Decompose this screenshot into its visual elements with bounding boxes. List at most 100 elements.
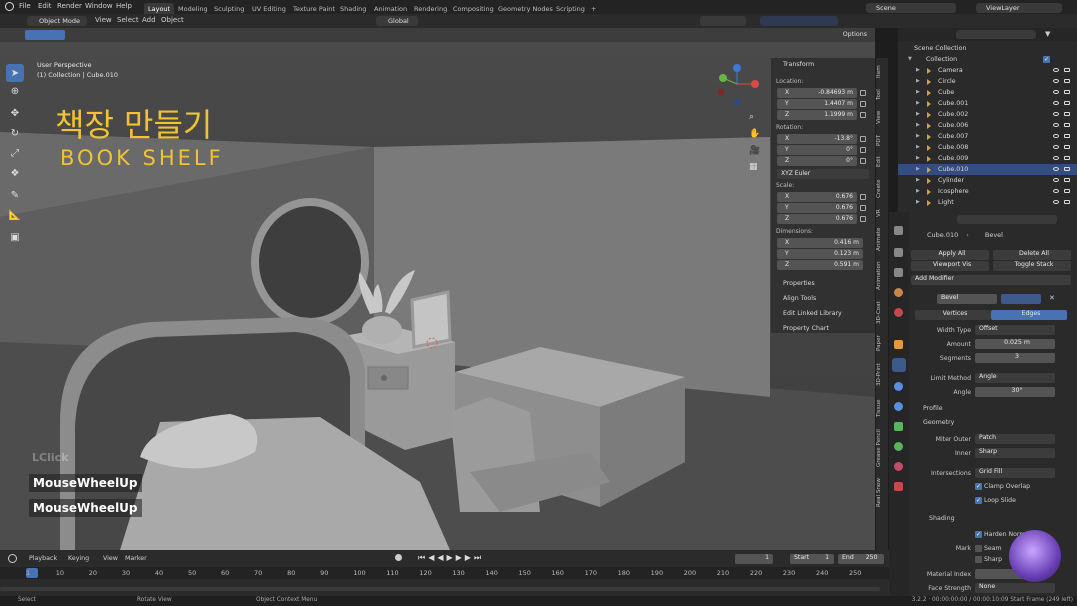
location-y-field[interactable]: Y 1.4407 m	[777, 99, 857, 109]
seam-checkbox[interactable]	[975, 545, 982, 552]
camera-icon[interactable]	[1064, 101, 1070, 105]
collection-row[interactable]: ▼ Collection ✓	[898, 54, 1077, 65]
modifier-wrench-icon[interactable]	[892, 358, 906, 372]
apply-all-button[interactable]: Apply All	[911, 250, 989, 260]
segments-field[interactable]: 3	[975, 353, 1055, 363]
lock-icon[interactable]	[860, 216, 866, 222]
rotation-z-field[interactable]: Z 0°	[777, 156, 857, 166]
data-icon[interactable]	[894, 442, 903, 451]
lock-icon[interactable]	[860, 194, 866, 200]
tab-vertices[interactable]: Vertices	[915, 310, 991, 320]
world-icon[interactable]	[894, 308, 903, 317]
outliner-item[interactable]: ▶ Camera	[898, 65, 1077, 76]
expand-icon[interactable]: ▶	[916, 67, 920, 73]
select-mode-buttons[interactable]	[25, 30, 65, 40]
output-icon[interactable]	[894, 268, 903, 277]
tab-grease-pencil[interactable]: Grease Pencil	[876, 424, 888, 472]
eye-icon[interactable]	[1053, 68, 1059, 72]
tab-edges[interactable]: Edges	[991, 310, 1067, 320]
expand-icon[interactable]: ▶	[916, 199, 920, 205]
orientation-selector[interactable]: Global	[376, 16, 418, 26]
tab-geometry-nodes[interactable]: Geometry Nodes	[494, 3, 557, 14]
outliner-search[interactable]	[956, 30, 1036, 39]
scale-x-field[interactable]: X 0.676	[777, 192, 857, 202]
clamp-overlap-checkbox[interactable]: ✓	[975, 483, 982, 490]
current-frame-field[interactable]: 1	[735, 554, 773, 564]
viewport-vis-button[interactable]: Viewport Vis	[911, 261, 989, 271]
eye-icon[interactable]	[1053, 189, 1059, 193]
tab-view[interactable]: View	[876, 108, 888, 126]
particles-icon[interactable]	[894, 382, 903, 391]
camera-icon[interactable]	[1064, 68, 1070, 72]
profile-panel[interactable]: Profile	[923, 405, 943, 412]
view-layer-selector[interactable]: ViewLayer	[976, 3, 1062, 13]
eye-icon[interactable]	[1053, 134, 1059, 138]
lock-icon[interactable]	[860, 136, 866, 142]
loop-slide-checkbox[interactable]: ✓	[975, 497, 982, 504]
tab-texture-paint[interactable]: Texture Paint	[289, 3, 339, 14]
outliner-item[interactable]: ▶ Cube.001	[898, 98, 1077, 109]
lock-icon[interactable]	[860, 112, 866, 118]
expand-icon[interactable]: ▶	[916, 155, 920, 161]
scale-tool[interactable]: ⤢	[6, 144, 24, 162]
mode-selector[interactable]: Object Mode	[27, 16, 87, 26]
align-tools-section[interactable]: Align Tools	[783, 295, 816, 302]
rotate-tool[interactable]: ↻	[6, 124, 24, 142]
expand-icon[interactable]: ▶	[916, 111, 920, 117]
tab-pdt[interactable]: PDT	[876, 132, 888, 148]
inner-dropdown[interactable]: Sharp	[975, 448, 1055, 458]
eye-icon[interactable]	[1053, 123, 1059, 127]
limit-method-dropdown[interactable]: Angle	[975, 373, 1055, 383]
edit-linked-library-section[interactable]: Edit Linked Library	[783, 310, 842, 317]
select-box-tool[interactable]: ➤	[6, 64, 24, 82]
properties-section[interactable]: Properties	[783, 280, 815, 287]
scale-z-field[interactable]: Z 0.676	[777, 214, 857, 224]
tab-tissue[interactable]: Tissue	[876, 396, 888, 420]
dimension-z-field[interactable]: Z 0.591 m	[777, 260, 863, 270]
menu-object[interactable]: Object	[161, 16, 184, 24]
expand-icon[interactable]: ▶	[916, 188, 920, 194]
tab-item[interactable]: Item	[876, 62, 888, 82]
location-x-field[interactable]: X -0.84693 m	[777, 88, 857, 98]
tab-sculpting[interactable]: Sculpting	[210, 3, 248, 14]
camera-icon[interactable]	[1064, 178, 1070, 182]
physics-icon[interactable]	[894, 402, 903, 411]
shading-panel[interactable]: Shading	[929, 515, 955, 522]
tool-icon[interactable]	[894, 226, 903, 235]
angle-field[interactable]: 30°	[975, 387, 1055, 397]
playback-controls[interactable]: ⏮◀◀▶▶▶⏭	[418, 553, 484, 563]
dimension-y-field[interactable]: Y 0.123 m	[777, 249, 863, 259]
options-button[interactable]: Options	[843, 31, 867, 38]
camera-icon[interactable]	[1064, 145, 1070, 149]
miter-outer-dropdown[interactable]: Patch	[975, 434, 1055, 444]
face-strength-dropdown[interactable]: None	[975, 583, 1055, 593]
tab-animate[interactable]: Animate	[876, 224, 888, 254]
rotation-y-field[interactable]: Y 0°	[777, 145, 857, 155]
menu-add[interactable]: Add	[142, 16, 156, 24]
menu-playback[interactable]: Playback	[29, 555, 57, 562]
menu-render[interactable]: Render	[57, 2, 82, 10]
menu-view[interactable]: View	[103, 555, 118, 562]
menu-select[interactable]: Select	[117, 16, 139, 24]
tab-layout[interactable]: Layout	[144, 3, 175, 14]
tab-shading[interactable]: Shading	[336, 3, 370, 14]
expand-icon[interactable]: ▼	[908, 56, 912, 62]
outliner-item[interactable]: ▶ Cylinder	[898, 175, 1077, 186]
modifier-visibility-toggles[interactable]	[1001, 294, 1041, 304]
navigation-gizmo[interactable]	[715, 64, 759, 108]
grid-icon[interactable]: ▦	[749, 162, 758, 172]
camera-icon[interactable]	[1064, 167, 1070, 171]
shading-buttons[interactable]	[700, 16, 746, 26]
close-icon[interactable]: ✕	[1049, 294, 1055, 302]
start-frame-field[interactable]: Start 1	[790, 554, 834, 564]
tab-vr[interactable]: VR	[876, 206, 888, 220]
tab-animation[interactable]: Animation	[370, 3, 411, 14]
blender-logo-icon[interactable]	[5, 2, 14, 11]
expand-icon[interactable]: ▶	[916, 177, 920, 183]
menu-help[interactable]: Help	[116, 2, 132, 10]
expand-icon[interactable]: ▶	[916, 133, 920, 139]
expand-icon[interactable]: ▶	[916, 78, 920, 84]
camera-icon[interactable]	[1064, 189, 1070, 193]
menu-window[interactable]: Window	[85, 2, 113, 10]
camera-icon[interactable]	[1064, 79, 1070, 83]
